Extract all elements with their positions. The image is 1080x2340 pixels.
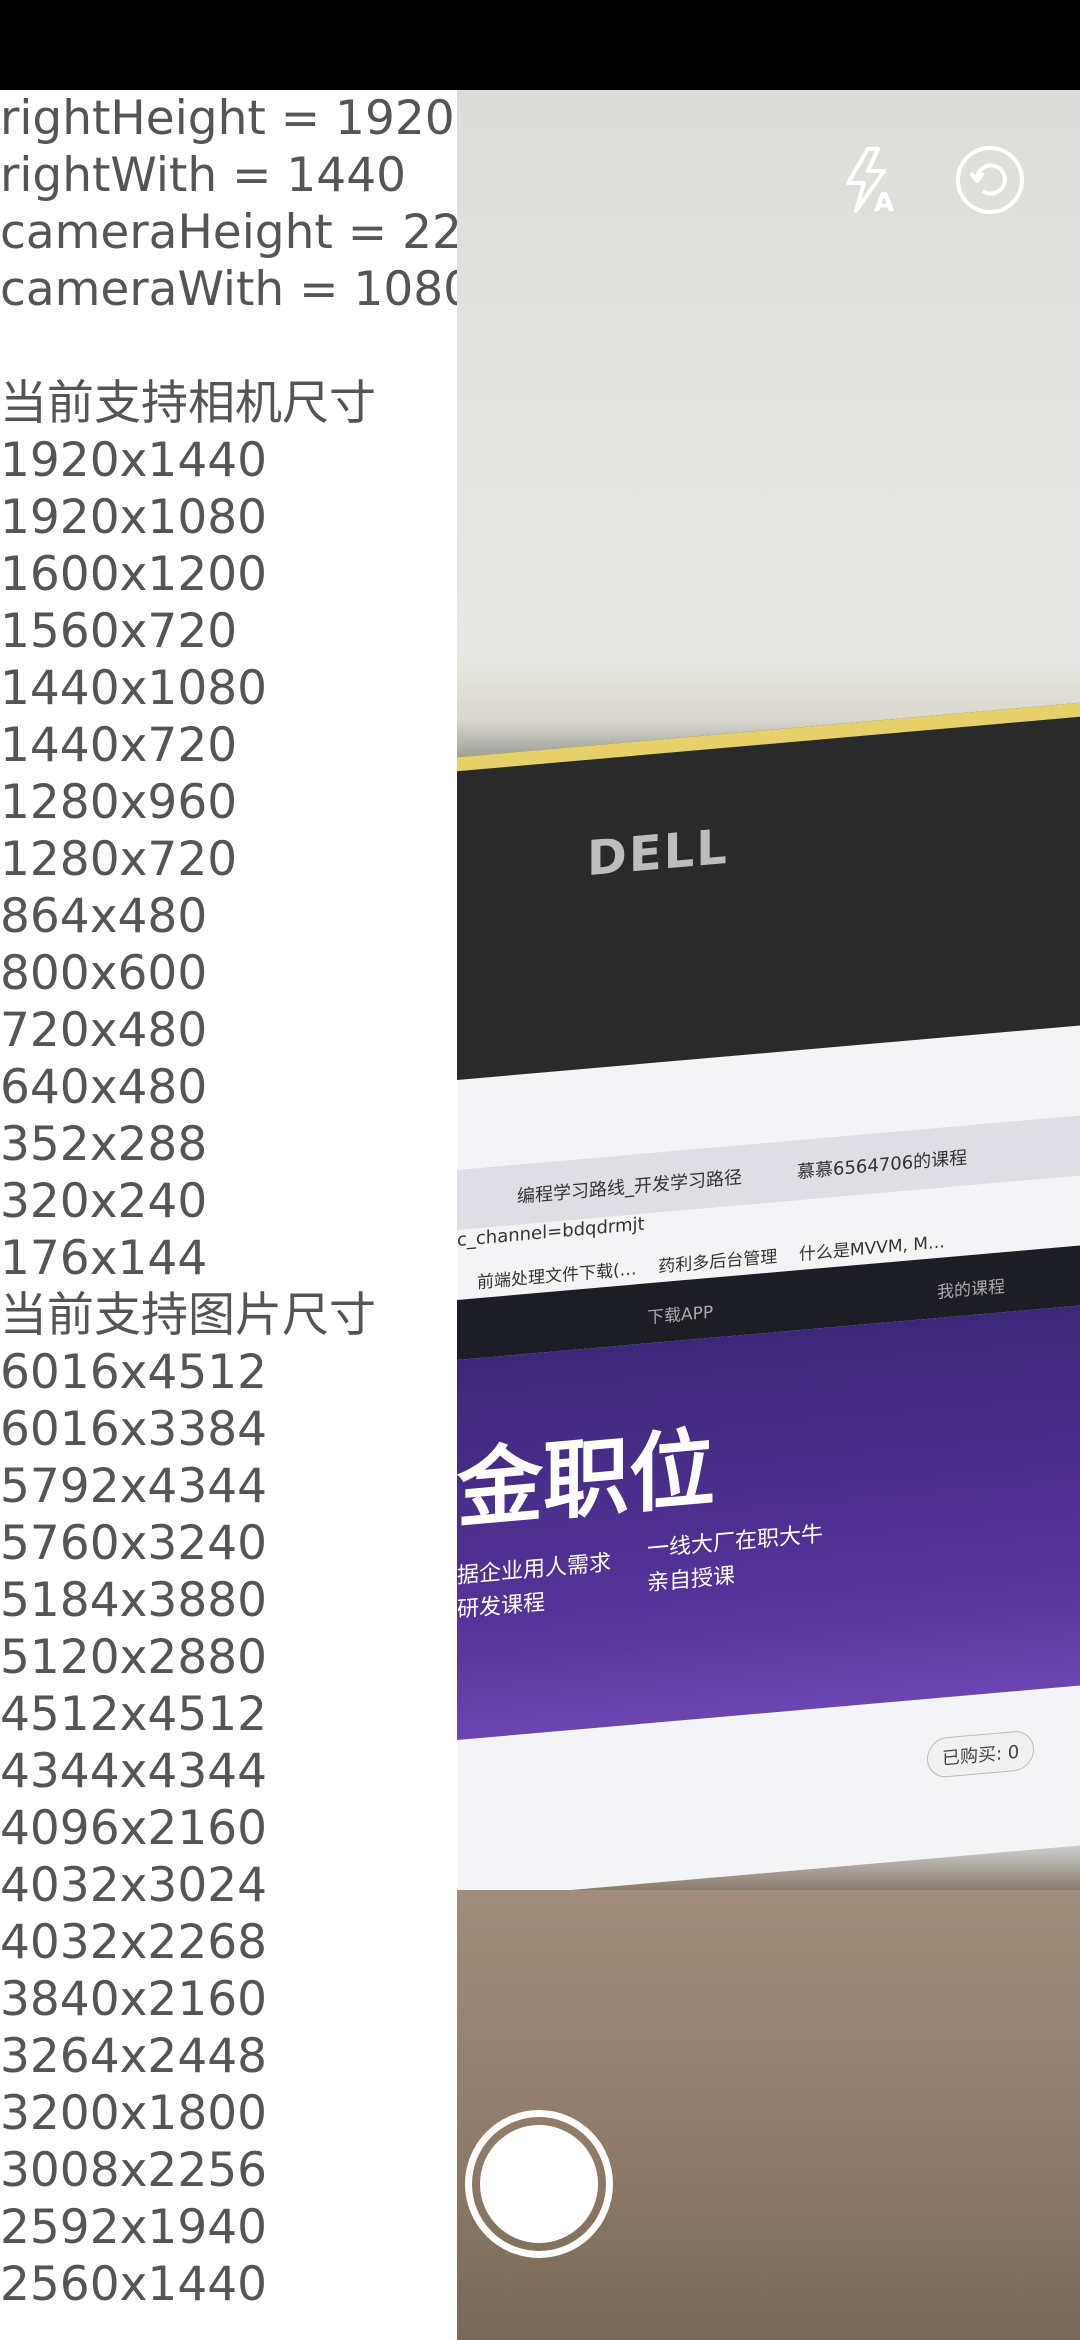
picture-size-item: 4512x4512 — [0, 1687, 268, 1742]
camera-size-item: 1920x1080 — [0, 490, 268, 545]
picture-size-item: 5760x3240 — [0, 1516, 268, 1571]
picture-size-item: 6016x4512 — [0, 1345, 268, 1400]
camera-size-item: 1280x720 — [0, 832, 238, 887]
camera-sizes-title: 当前支持相机尺寸 — [0, 376, 376, 431]
browser-tab: 编程学习路线_开发学习路径 — [517, 1167, 742, 1208]
camera-size-item: 1440x1080 — [0, 661, 268, 716]
purchased-badge: 已购买: 0 — [927, 1729, 1035, 1779]
camera-size-item: 320x240 — [0, 1174, 208, 1229]
browser-tab-strip: 周一 下午7:13 编程学习路线_开发学习路径 慕慕6564706的课程 — [457, 1115, 1080, 1230]
picture-sizes-list: 6016x4512 6016x3384 5792x4344 5760x3240 … — [0, 1344, 457, 2313]
monitor-screen: 周一 下午7:13 编程学习路线_开发学习路径 慕慕6564706的课程 c_c… — [457, 1025, 1080, 1900]
picture-size-item: 2592x1940 — [0, 2200, 268, 2255]
shutter-inner — [480, 2125, 598, 2243]
flash-auto-button[interactable]: A — [835, 145, 905, 215]
nav-item: 我的课程 — [937, 1277, 1005, 1304]
camera-size-item: 864x480 — [0, 889, 208, 944]
picture-size-item: 4032x3024 — [0, 1858, 268, 1913]
status-bar — [0, 0, 1080, 90]
camera-size-item: 640x480 — [0, 1060, 208, 1115]
site-banner: 金职位 据企业用人需求 研发课程 一线大厂在职大牛 亲自授课 — [457, 1305, 1080, 1740]
camera-width-text: cameraWith = 1080 — [0, 262, 457, 317]
banner-subtitle: 一线大厂在职大牛 亲自授课 — [647, 1518, 823, 1601]
picture-size-item: 3840x2160 — [0, 1972, 268, 2027]
browser-tab: 慕慕6564706的课程 — [797, 1147, 968, 1184]
picture-size-item: 5184x3880 — [0, 1573, 268, 1628]
picture-size-item: 3264x2448 — [0, 2029, 268, 2084]
camera-size-item: 1560x720 — [0, 604, 238, 659]
camera-size-item: 1440x720 — [0, 718, 238, 773]
picture-size-item: 4032x2268 — [0, 1915, 268, 1970]
picture-sizes-title: 当前支持图片尺寸 — [0, 1288, 376, 1343]
switch-camera-button[interactable] — [955, 145, 1025, 215]
right-height-text: rightHeight = 1920 — [0, 91, 455, 146]
picture-size-item: 4344x4344 — [0, 1744, 268, 1799]
camera-size-item: 1920x1440 — [0, 433, 268, 488]
camera-size-item: 176x144 — [0, 1231, 208, 1286]
picture-size-item: 4096x2160 — [0, 1801, 268, 1856]
nav-item: 下载APP — [647, 1302, 714, 1329]
camera-size-item: 352x288 — [0, 1117, 208, 1172]
shutter-button[interactable] — [465, 2110, 613, 2258]
camera-size-item: 800x600 — [0, 946, 208, 1001]
picture-size-item: 2560x1440 — [0, 2257, 268, 2312]
camera-size-item: 1600x1200 — [0, 547, 268, 602]
picture-size-item: 5792x4344 — [0, 1459, 268, 1514]
camera-size-item: 1280x960 — [0, 775, 238, 830]
picture-size-item: 3008x2256 — [0, 2143, 268, 2198]
flash-auto-icon: A — [846, 147, 894, 215]
camera-height-text: cameraHeight = 2250 — [0, 205, 457, 260]
camera-preview[interactable]: DELL 周一 下午7:13 编程学习路线_开发学习路径 慕慕6564706的课… — [457, 90, 1080, 2340]
camera-size-item: 720x480 — [0, 1003, 208, 1058]
banner-title: 金职位 — [457, 1418, 715, 1541]
banner-subtitle: 据企业用人需求 研发课程 — [457, 1547, 611, 1628]
picture-size-item: 3200x1800 — [0, 2086, 268, 2141]
debug-info-panel: rightHeight = 1920 rightWith = 1440 came… — [0, 90, 457, 2340]
menu-bar-time: 周一 下午7:13 — [707, 1115, 826, 1144]
picture-size-item: 6016x3384 — [0, 1402, 268, 1457]
right-width-text: rightWith = 1440 — [0, 148, 407, 203]
svg-text:A: A — [874, 188, 894, 215]
camera-sizes-list: 1920x1440 1920x1080 1600x1200 1560x720 1… — [0, 432, 457, 1287]
picture-size-item: 5120x2880 — [0, 1630, 268, 1685]
camera-switch-icon — [956, 146, 1024, 214]
